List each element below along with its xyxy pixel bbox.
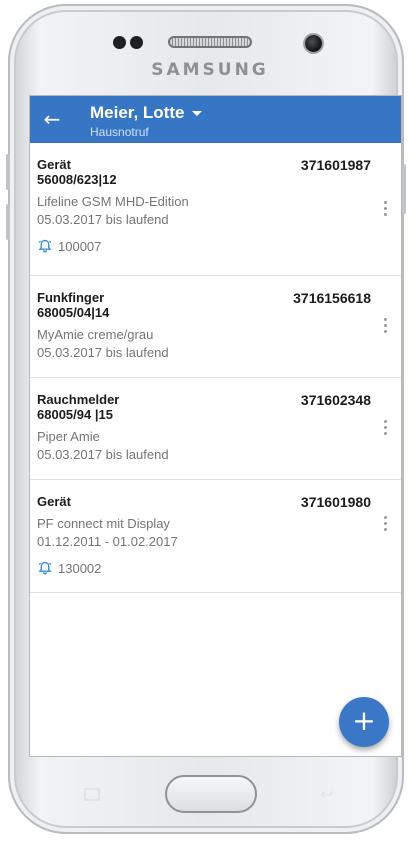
device-number: 371601987 xyxy=(300,157,371,173)
device-code: 68005/94 |15 xyxy=(37,407,113,422)
power-button xyxy=(402,164,406,214)
add-button[interactable]: + xyxy=(339,697,389,747)
device-period: 01.12.2011 - 01.02.2017 xyxy=(37,534,178,549)
device-period: 05.03.2017 bis laufend xyxy=(37,345,169,360)
device-description: Lifeline GSM MHD-Edition xyxy=(37,194,189,209)
device-period: 05.03.2017 bis laufend xyxy=(37,212,169,227)
alarm-row: 100007 xyxy=(37,238,389,254)
home-button[interactable] xyxy=(165,775,257,813)
device-description: Piper Amie xyxy=(37,429,100,444)
back-key-icon[interactable]: ↩ xyxy=(320,785,342,804)
device-number: 3716156618 xyxy=(293,290,371,306)
volume-button xyxy=(6,204,10,240)
alarm-row: 130002 xyxy=(37,560,389,576)
app-screen: ← Meier, Lotte Hausnotruf Gerät 56008/62… xyxy=(30,96,401,756)
alarm-bell-icon xyxy=(38,239,52,253)
list-item[interactable]: Rauchmelder 68005/94 |15 371602348 Piper… xyxy=(30,378,401,480)
caret-down-icon[interactable] xyxy=(192,110,203,116)
page-subtitle: Hausnotruf xyxy=(90,125,149,139)
recent-apps-icon[interactable] xyxy=(84,788,100,801)
device-code: 56008/623|12 xyxy=(37,172,117,187)
sensor-dots xyxy=(113,36,149,50)
more-vertical-icon[interactable] xyxy=(384,420,388,435)
device-list: Gerät 56008/623|12 371601987 Lifeline GS… xyxy=(30,143,401,593)
alarm-bell-icon xyxy=(38,561,52,575)
arrow-left-icon[interactable]: ← xyxy=(38,105,66,133)
earpiece-speaker xyxy=(168,36,252,48)
device-brand-logo: SAMSUNG xyxy=(151,60,269,80)
device-code: 68005/04|14 xyxy=(37,305,110,320)
app-bar: ← Meier, Lotte Hausnotruf xyxy=(30,96,401,143)
alarm-id: 100007 xyxy=(58,238,102,254)
list-item[interactable]: Gerät 371601980 PF connect mit Display 0… xyxy=(30,480,401,593)
device-number: 371602348 xyxy=(300,392,371,408)
volume-button xyxy=(6,154,10,190)
page-title: Meier, Lotte xyxy=(90,103,185,122)
front-camera xyxy=(305,35,322,52)
device-description: MyAmie creme/grau xyxy=(37,327,154,342)
list-item[interactable]: Funkfinger 68005/04|14 3716156618 MyAmie… xyxy=(30,276,401,378)
client-selector[interactable]: Meier, Lotte Hausnotruf xyxy=(90,103,203,139)
alarm-id: 130002 xyxy=(58,560,102,576)
device-description: PF connect mit Display xyxy=(37,516,170,531)
list-item[interactable]: Gerät 56008/623|12 371601987 Lifeline GS… xyxy=(30,143,401,276)
more-vertical-icon[interactable] xyxy=(384,516,388,531)
more-vertical-icon[interactable] xyxy=(384,201,388,216)
device-period: 05.03.2017 bis laufend xyxy=(37,447,169,462)
plus-icon: + xyxy=(352,704,376,737)
device-number: 371601980 xyxy=(300,494,371,510)
more-vertical-icon[interactable] xyxy=(384,318,388,333)
